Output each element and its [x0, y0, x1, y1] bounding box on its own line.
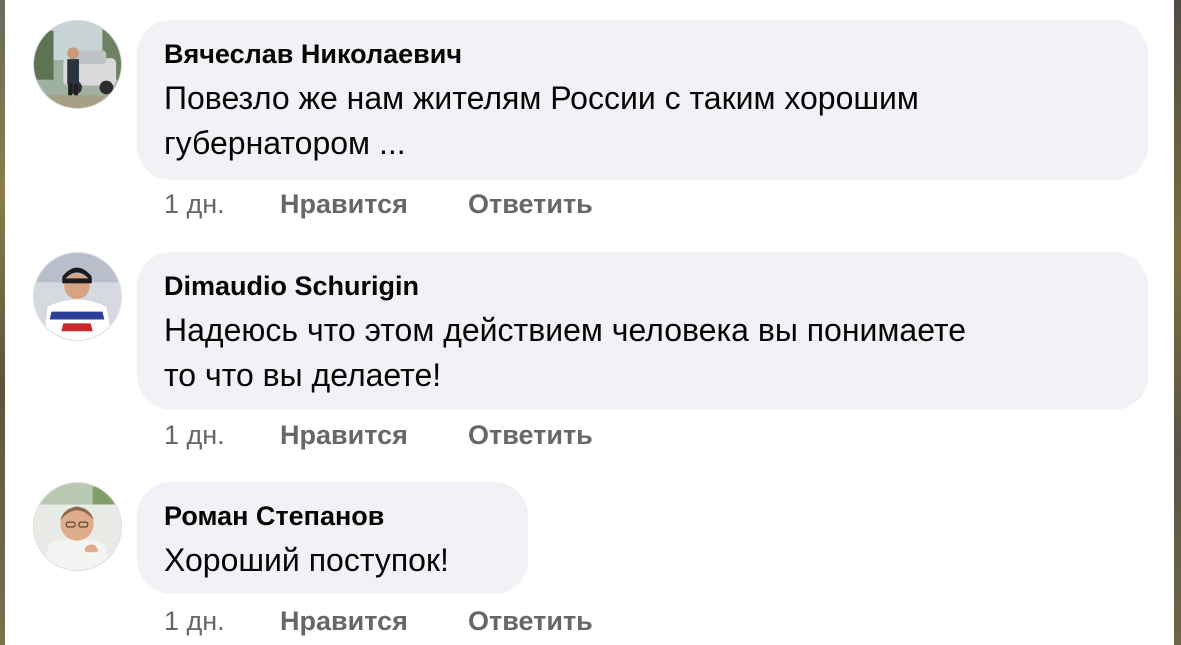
comment-text-line: то что вы делаете!	[164, 357, 442, 393]
reply-button[interactable]: Ответить	[468, 605, 593, 637]
comments-screen: Вячеслав Николаевич Повезло же нам жител…	[0, 0, 1181, 645]
author-name[interactable]: Роман Степанов	[164, 500, 500, 532]
comment-actions: 1 дн. Нравится Ответить	[164, 605, 593, 637]
comment-actions: 1 дн. Нравится Ответить	[164, 188, 593, 220]
like-button[interactable]: Нравится	[280, 419, 468, 451]
timestamp[interactable]: 1 дн.	[164, 419, 280, 451]
like-button[interactable]: Нравится	[280, 605, 468, 637]
left-edge-background	[0, 0, 5, 645]
comment-actions: 1 дн. Нравится Ответить	[164, 419, 593, 451]
reply-button[interactable]: Ответить	[468, 188, 593, 220]
comment-bubble: Вячеслав Николаевич Повезло же нам жител…	[137, 20, 1148, 180]
comment-text-line: Хороший поступок!	[164, 542, 449, 578]
comment-text-line: Повезло же нам жителям России с таким хо…	[164, 80, 919, 116]
author-name[interactable]: Вячеслав Николаевич	[164, 38, 1120, 70]
timestamp[interactable]: 1 дн.	[164, 188, 280, 220]
avatar[interactable]	[33, 482, 122, 571]
avatar-man-portrait-icon	[34, 483, 121, 570]
timestamp[interactable]: 1 дн.	[164, 605, 280, 637]
comment-bubble: Роман Степанов Хороший поступок!	[137, 482, 528, 594]
right-edge-background	[1174, 0, 1181, 645]
reply-button[interactable]: Ответить	[468, 419, 593, 451]
avatar-man-with-car-icon	[34, 21, 121, 108]
like-button[interactable]: Нравится	[280, 188, 468, 220]
avatar-hockey-player-icon	[34, 253, 121, 340]
comment-bubble: Dimaudio Schurigin Надеюсь что этом дейс…	[137, 252, 1148, 410]
avatar[interactable]	[33, 252, 122, 341]
avatar[interactable]	[33, 20, 122, 109]
comment-text-line: Надеюсь что этом действием человека вы п…	[164, 312, 967, 348]
comment-text-line: губернатором ...	[164, 125, 406, 161]
author-name[interactable]: Dimaudio Schurigin	[164, 270, 1120, 302]
